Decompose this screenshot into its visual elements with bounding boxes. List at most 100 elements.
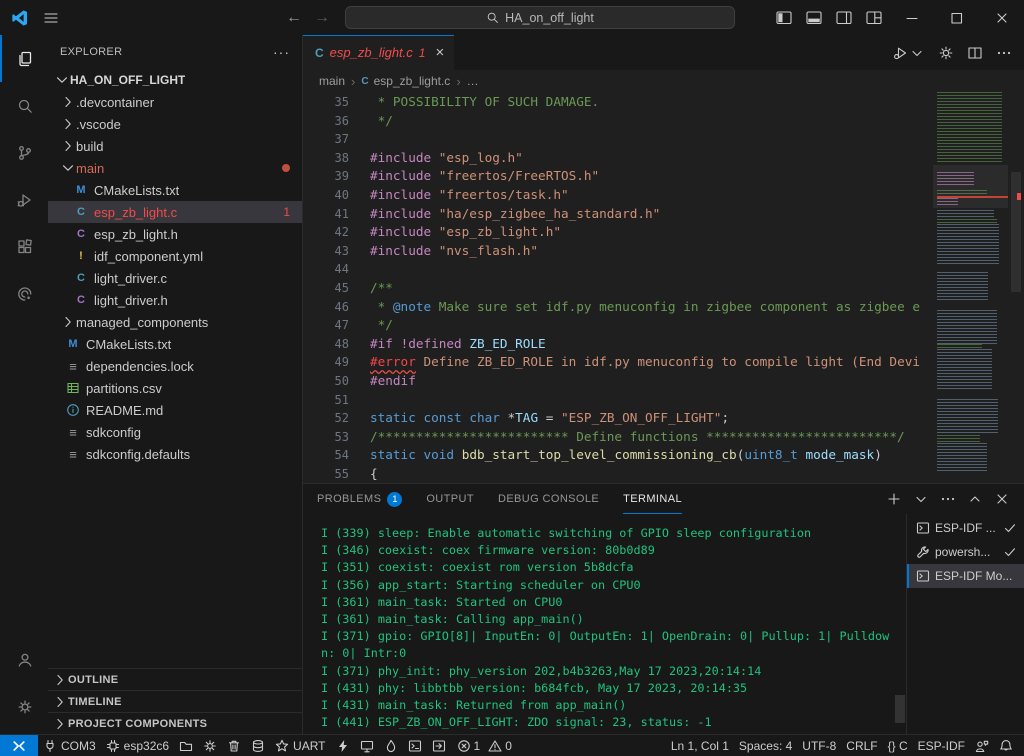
back-icon[interactable]: ← xyxy=(286,9,302,27)
status-crlf[interactable]: CRLF xyxy=(841,735,882,756)
terminal-instance-esp-idf-mo-[interactable]: ESP-IDF Mo... xyxy=(907,564,1024,588)
status-spaces-4[interactable]: Spaces: 4 xyxy=(734,735,797,756)
maximize-button[interactable] xyxy=(934,0,979,35)
run-debug-button[interactable] xyxy=(893,45,925,61)
tree-item-esp-zb-light-c[interactable]: Cesp_zb_light.c1 xyxy=(48,201,302,223)
error-count: 1 xyxy=(474,739,481,753)
layout-panel-icon[interactable] xyxy=(799,0,829,35)
section-project-components[interactable]: PROJECT COMPONENTS xyxy=(48,712,302,734)
code-editor[interactable]: 35 * POSSIBILITY OF SUCH DAMAGE.36 */373… xyxy=(303,92,1024,483)
tree-item-esp-zb-light-h[interactable]: Cesp_zb_light.h xyxy=(48,223,302,245)
code-line: 50#endif xyxy=(303,372,933,391)
activity-espressif-icon[interactable] xyxy=(0,270,48,317)
tree-item-cmakelists-txt[interactable]: MCMakeLists.txt xyxy=(48,333,302,355)
panel-tab-debug-console[interactable]: DEBUG CONSOLE xyxy=(498,484,599,514)
status-monitor[interactable] xyxy=(355,735,379,756)
remote-indicator[interactable] xyxy=(0,735,38,756)
tree-item-dependencies-lock[interactable]: ≡dependencies.lock xyxy=(48,355,302,377)
terminal-scrollbar[interactable] xyxy=(895,695,905,723)
more-icon[interactable] xyxy=(940,491,956,507)
close-icon[interactable] xyxy=(994,491,1010,507)
status-database[interactable] xyxy=(246,735,270,756)
activity-extensions-icon[interactable] xyxy=(0,223,48,270)
activity-search-icon[interactable] xyxy=(0,82,48,129)
minimap[interactable] xyxy=(933,92,1008,483)
chevron-down-icon[interactable] xyxy=(913,491,929,507)
code-line: 55{ xyxy=(303,465,933,483)
tree-item-readme-md[interactable]: README.md xyxy=(48,399,302,421)
chevron-up-icon[interactable] xyxy=(967,491,983,507)
breadcrumb-item[interactable]: main xyxy=(319,74,345,88)
status-bell[interactable] xyxy=(994,735,1018,756)
status-problems[interactable]: 10 xyxy=(451,739,518,753)
tab-esp-zb-light[interactable]: C esp_zb_light.c 1 × xyxy=(303,35,454,70)
status-uart[interactable]: UART xyxy=(270,735,330,756)
activity-account-icon[interactable] xyxy=(0,636,48,683)
panel-tab-terminal[interactable]: TERMINAL xyxy=(623,484,682,514)
more-actions-icon[interactable] xyxy=(996,45,1012,61)
layout-sidebar-right-icon[interactable] xyxy=(829,0,859,35)
code-token: Define ZB_ED_ROLE in idf.py menuconfig t… xyxy=(416,354,920,369)
status-utf-8[interactable]: UTF-8 xyxy=(797,735,841,756)
code-line: 37 xyxy=(303,130,933,149)
activity-settings-icon[interactable] xyxy=(0,683,48,730)
tree-item-partitions-csv[interactable]: partitions.csv xyxy=(48,377,302,399)
tree-item-light-driver-h[interactable]: Clight_driver.h xyxy=(48,289,302,311)
tree-item-sdkconfig-defaults[interactable]: ≡sdkconfig.defaults xyxy=(48,443,302,465)
split-editor-icon[interactable] xyxy=(967,45,983,61)
section-outline[interactable]: OUTLINE xyxy=(48,668,302,690)
terminal-instance-esp-idf-[interactable]: ESP-IDF ... xyxy=(907,516,1024,540)
status-com3[interactable]: COM3 xyxy=(38,735,101,756)
plus-icon[interactable] xyxy=(886,491,902,507)
code-token: = xyxy=(538,410,561,425)
activity-explorer-icon[interactable] xyxy=(0,35,48,82)
status-esp32c6[interactable]: esp32c6 xyxy=(101,735,174,756)
panel-tab-problems[interactable]: PROBLEMS1 xyxy=(317,484,402,514)
minimize-button[interactable] xyxy=(889,0,934,35)
tree-item-ha-on-off-light[interactable]: HA_ON_OFF_LIGHT xyxy=(48,69,302,91)
flame-icon xyxy=(384,739,398,753)
status-gear[interactable] xyxy=(198,735,222,756)
activity-run-debug-icon[interactable] xyxy=(0,176,48,223)
terminal-output[interactable]: I (339) sleep: Enable automatic switchin… xyxy=(303,514,906,735)
status-folder[interactable] xyxy=(174,735,198,756)
status-arrow-box[interactable] xyxy=(427,735,451,756)
status-esp-idf[interactable]: ESP-IDF xyxy=(913,735,970,756)
activity-source-control-icon[interactable] xyxy=(0,129,48,176)
tree-item-cmakelists-txt[interactable]: MCMakeLists.txt xyxy=(48,179,302,201)
error-dot-badge xyxy=(282,164,290,172)
menu-icon[interactable] xyxy=(43,10,59,26)
tree-item-managed-components[interactable]: managed_components xyxy=(48,311,302,333)
status-terminal-box[interactable] xyxy=(403,735,427,756)
layout-sidebar-icon[interactable] xyxy=(769,0,799,35)
settings-gear-icon[interactable] xyxy=(938,45,954,61)
layout-customize-icon[interactable] xyxy=(859,0,889,35)
command-center-search[interactable]: HA_on_off_light xyxy=(345,6,735,29)
status-ln-1-col-1[interactable]: Ln 1, Col 1 xyxy=(666,735,734,756)
panel-tab-output[interactable]: OUTPUT xyxy=(426,484,474,514)
tree-item--devcontainer[interactable]: .devcontainer xyxy=(48,91,302,113)
breadcrumb-item[interactable]: … xyxy=(467,74,479,88)
status-flame[interactable] xyxy=(379,735,403,756)
editor-scrollbar[interactable] xyxy=(1008,92,1024,483)
status-trash[interactable] xyxy=(222,735,246,756)
tree-item-sdkconfig[interactable]: ≡sdkconfig xyxy=(48,421,302,443)
breadcrumb-item[interactable]: Cesp_zb_light.c xyxy=(361,74,450,88)
chevron-right-icon xyxy=(52,672,68,688)
tree-item-light-driver-c[interactable]: Clight_driver.c xyxy=(48,267,302,289)
tab-close-icon[interactable]: × xyxy=(435,44,444,61)
tree-item-build[interactable]: build xyxy=(48,135,302,157)
forward-icon[interactable]: → xyxy=(314,9,330,27)
minimap-viewport-slider[interactable] xyxy=(933,165,1008,208)
status-bolt[interactable] xyxy=(331,735,355,756)
status--c[interactable]: {} C xyxy=(883,735,913,756)
tree-item--vscode[interactable]: .vscode xyxy=(48,113,302,135)
section-timeline[interactable]: TIMELINE xyxy=(48,690,302,712)
terminal-instance-powersh-[interactable]: powersh... xyxy=(907,540,1024,564)
tree-item-main[interactable]: main xyxy=(48,157,302,179)
tree-item-idf-component-yml[interactable]: !idf_component.yml xyxy=(48,245,302,267)
status-feedback[interactable] xyxy=(970,735,994,756)
tree-item-label: CMakeLists.txt xyxy=(94,183,179,198)
close-button[interactable] xyxy=(979,0,1024,35)
more-actions-icon[interactable]: ··· xyxy=(273,44,290,60)
